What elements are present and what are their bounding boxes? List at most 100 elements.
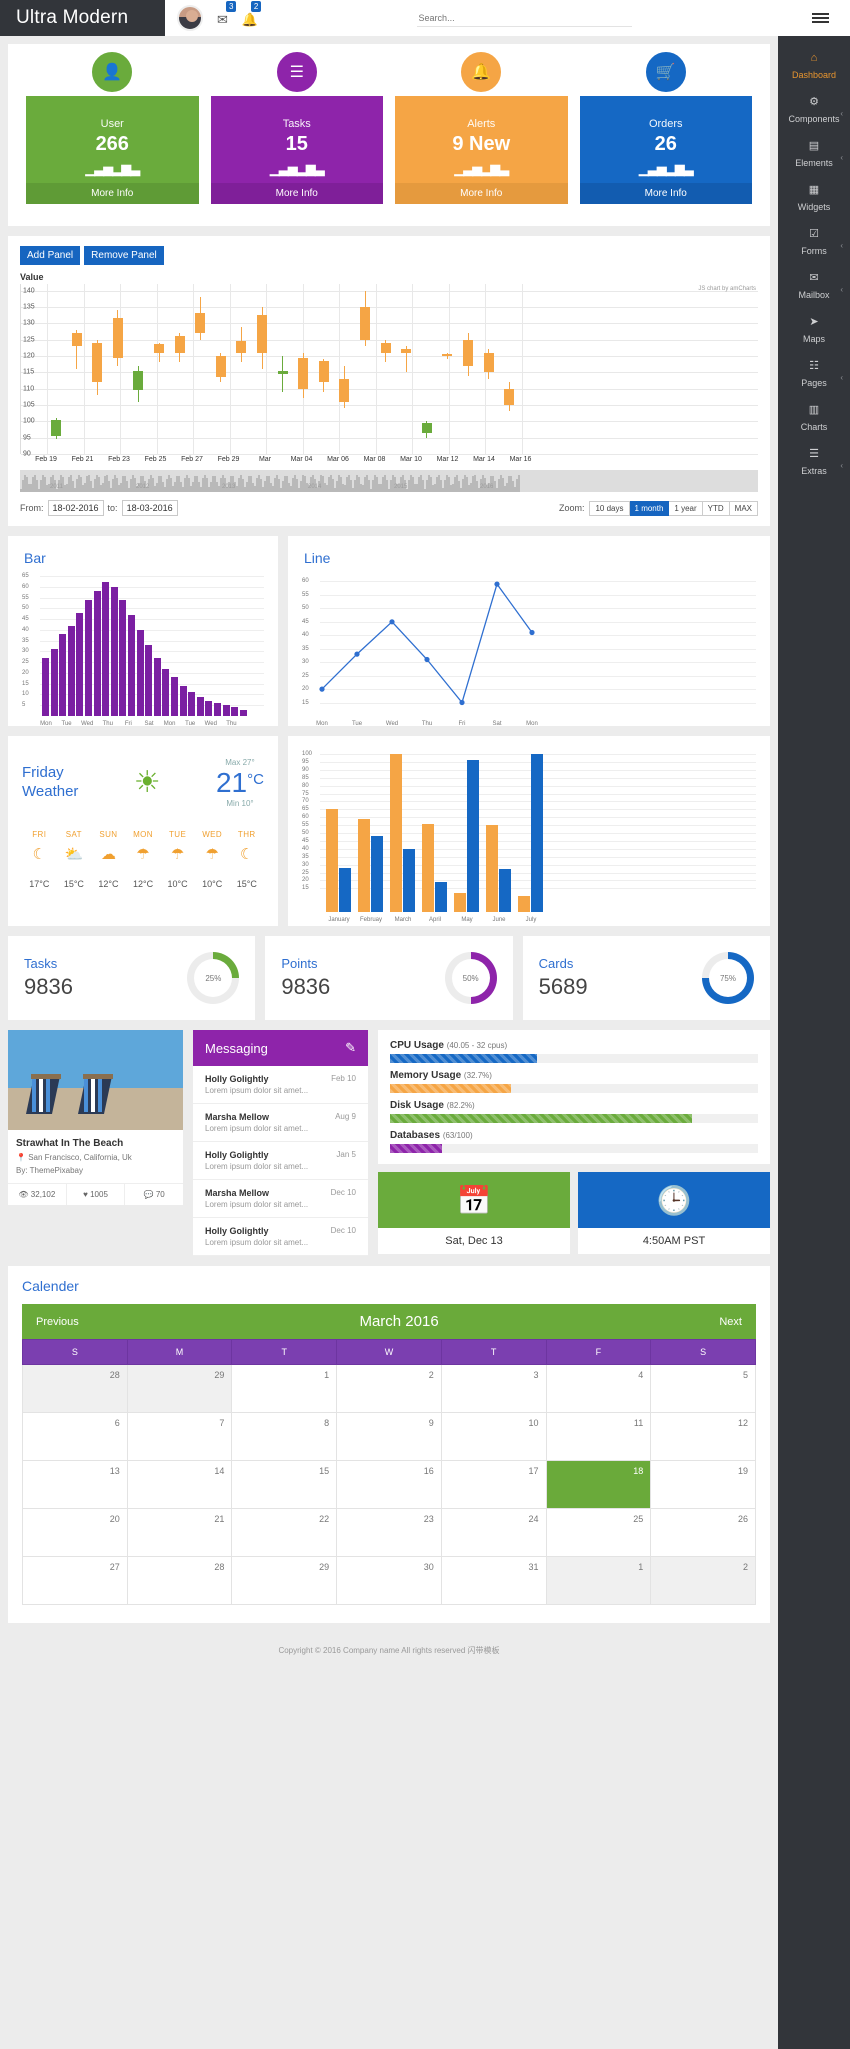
message-item[interactable]: Holly Golightly Lorem ipsum dolor sit ame… xyxy=(193,1218,368,1256)
sidebar-item-label: Dashboard xyxy=(791,70,837,81)
calendar-day-cell[interactable]: 8 xyxy=(231,1412,338,1461)
calendar-prev-button[interactable]: Previous xyxy=(36,1316,79,1328)
calendar-day-cell[interactable]: 27 xyxy=(22,1556,128,1605)
calendar-day-cell[interactable]: 17 xyxy=(440,1460,547,1509)
sidebar-item-components[interactable]: ⚙ Components ‹ xyxy=(778,88,850,132)
candlestick-chart[interactable]: JS chart by amCharts 90 95 100 105 110 115 120… xyxy=(20,284,758,458)
y-axis-tick: 110 xyxy=(23,385,35,393)
calendar-day-cell[interactable]: 2 xyxy=(650,1556,756,1605)
calendar-day-cell[interactable]: 13 xyxy=(22,1460,128,1509)
calendar-day-cell[interactable]: 20 xyxy=(22,1508,128,1557)
chart-scrollbar[interactable]: 2011 2012 2013 2014 2015 2016 xyxy=(20,470,758,492)
calendar-week-row: 27 28 29 30 31 1 2 xyxy=(22,1556,756,1605)
bell-icon[interactable]: 🔔 2 xyxy=(242,0,262,26)
stat-card-user[interactable]: 👤 User 266 ▁▃▅▂▆▃ More Info xyxy=(26,50,199,204)
calendar-day-cell[interactable]: 15 xyxy=(231,1460,338,1509)
x-axis-tick: Sat xyxy=(492,721,502,727)
sidebar-item-mailbox[interactable]: ✉ Mailbox ‹ xyxy=(778,264,850,308)
compose-icon[interactable]: ✎ xyxy=(345,1040,356,1056)
time-box[interactable]: 🕒 4:50AM PST xyxy=(578,1172,770,1254)
calendar-day-cell[interactable]: 30 xyxy=(336,1556,442,1605)
date-box[interactable]: 📅 Sat, Dec 13 xyxy=(378,1172,570,1254)
calendar-day-cell[interactable]: 28 xyxy=(22,1364,128,1413)
zoom-button-ytd[interactable]: YTD xyxy=(702,500,730,516)
calendar-day-cell[interactable]: 1 xyxy=(545,1556,652,1605)
sidebar-item-maps[interactable]: ➤ Maps xyxy=(778,308,850,352)
calendar-day-cell[interactable]: 12 xyxy=(650,1412,756,1461)
sidebar-item-dashboard[interactable]: ⌂ Dashboard xyxy=(778,44,850,88)
calendar-day-cell[interactable]: 5 xyxy=(650,1364,756,1413)
zoom-button-1-year[interactable]: 1 year xyxy=(669,500,703,516)
sidebar-item-elements[interactable]: ▤ Elements ‹ xyxy=(778,132,850,176)
to-date-input[interactable]: 18-03-2016 xyxy=(121,500,178,516)
more-info-button[interactable]: More Info xyxy=(26,183,199,204)
calendar-day-cell[interactable]: 11 xyxy=(545,1412,652,1461)
message-item[interactable]: Marsha Mellow Lorem ipsum dolor sit amet.… xyxy=(193,1104,368,1142)
sidebar-item-forms[interactable]: ☑ Forms ‹ xyxy=(778,220,850,264)
calendar-day-cell[interactable]: 21 xyxy=(126,1508,233,1557)
message-item[interactable]: Marsha Mellow Lorem ipsum dolor sit amet.… xyxy=(193,1180,368,1218)
sidebar-item-extras[interactable]: ☰ Extras ‹ xyxy=(778,440,850,484)
zoom-button-max[interactable]: MAX xyxy=(729,500,758,516)
sidebar-item-widgets[interactable]: ▦ Widgets xyxy=(778,176,850,220)
messaging-card: Messaging ✎ Holly Golightly Lorem ipsum d… xyxy=(193,1030,368,1256)
maps-icon: ➤ xyxy=(809,315,819,328)
calendar-day-cell[interactable]: 3 xyxy=(440,1364,547,1413)
calendar-day-cell[interactable]: 28 xyxy=(126,1556,233,1605)
calendar-day-cell[interactable]: 14 xyxy=(126,1460,233,1509)
calendar-day-cell[interactable]: 31 xyxy=(440,1556,547,1605)
progress-track xyxy=(390,1114,758,1123)
calendar-day-cell[interactable]: 25 xyxy=(545,1508,652,1557)
calendar-day-cell[interactable]: 6 xyxy=(22,1412,128,1461)
zoom-button-1-month[interactable]: 1 month xyxy=(629,500,670,516)
x-axis-tick: April xyxy=(428,917,442,923)
from-date-input[interactable]: 18-02-2016 xyxy=(47,500,104,516)
more-info-button[interactable]: More Info xyxy=(210,183,383,204)
line-chart-plot[interactable]: 15 20 25 30 35 40 45 50 55 60 Mon Tue Wed Thu Fri Sat Mo… xyxy=(302,576,756,727)
y-axis-tick: 100 xyxy=(302,751,313,757)
remove-panel-button[interactable]: Remove Panel xyxy=(84,246,164,265)
calendar-day-cell[interactable]: 23 xyxy=(336,1508,442,1557)
message-item[interactable]: Holly Golightly Lorem ipsum dolor sit ame… xyxy=(193,1066,368,1104)
zoom-button-10-days[interactable]: 10 days xyxy=(589,500,630,516)
calendar-day-cell[interactable]: 1 xyxy=(231,1364,338,1413)
calendar-day-cell[interactable]: 9 xyxy=(336,1412,442,1461)
forecast-day-name: MON xyxy=(133,830,153,839)
brand-logo[interactable]: Ultra Modern xyxy=(0,0,165,36)
calendar-day-cell[interactable]: 29 xyxy=(231,1556,338,1605)
stat-card-orders[interactable]: 🛒 Orders 26 ▁▃▅▂▆▃ More Info xyxy=(579,50,752,204)
search-input[interactable] xyxy=(416,9,632,27)
calendar-day-cell[interactable]: 19 xyxy=(650,1460,756,1509)
add-panel-button[interactable]: Add Panel xyxy=(20,246,81,265)
sidebar-item-charts[interactable]: ▥ Charts xyxy=(778,396,850,440)
calendar-day-cell[interactable]: 24 xyxy=(440,1508,547,1557)
calendar-day-cell[interactable]: 16 xyxy=(336,1460,442,1509)
chevron-left-icon: ‹ xyxy=(840,108,843,118)
x-axis-tick: July xyxy=(525,917,537,923)
gauge-value: 9836 xyxy=(24,974,73,999)
sparkline-icon: ▁▃▅▂▆▃ xyxy=(269,161,325,176)
calendar-day-cell[interactable]: 2 xyxy=(336,1364,442,1413)
grouped-bar-plot[interactable]: 15 20 25 30 35 40 45 50 55 60 65 70 75 80 85 90 95 100 Jan… xyxy=(302,751,756,923)
bar-chart-plot[interactable]: 5 10 15 20 25 30 35 40 45 50 55 60 65 Mon Tue Wed Thu Fri… xyxy=(22,573,264,727)
message-item[interactable]: Holly Golightly Lorem ipsum dolor sit ame… xyxy=(193,1142,368,1180)
avatar[interactable] xyxy=(177,5,203,31)
calendar-day-cell[interactable]: 7 xyxy=(126,1412,233,1461)
menu-toggle-icon[interactable] xyxy=(790,0,850,36)
calendar-day-cell[interactable]: 10 xyxy=(440,1412,547,1461)
calendar-day-cell[interactable]: 18 xyxy=(545,1460,652,1509)
calendar-day-cell[interactable]: 4 xyxy=(545,1364,652,1413)
y-axis-tick: 60 xyxy=(22,583,29,590)
calendar-day-cell[interactable]: 26 xyxy=(650,1508,756,1557)
more-info-button[interactable]: More Info xyxy=(395,183,568,204)
stat-card-tasks[interactable]: ☰ Tasks 15 ▁▃▅▂▆▃ More Info xyxy=(210,50,383,204)
stat-card-alerts[interactable]: 🔔 Alerts 9 New ▁▃▅▂▆▃ More Info xyxy=(395,50,568,204)
more-info-button[interactable]: More Info xyxy=(579,183,752,204)
sidebar-item-pages[interactable]: ☷ Pages ‹ xyxy=(778,352,850,396)
mail-icon[interactable]: ✉ 3 xyxy=(217,0,237,26)
calendar-day-cell[interactable]: 29 xyxy=(126,1364,233,1413)
stock-chart-panel: Add Panel Remove Panel Value JS chart by… xyxy=(8,236,770,526)
beach-photo[interactable] xyxy=(8,1030,183,1130)
calendar-day-cell[interactable]: 22 xyxy=(231,1508,338,1557)
calendar-next-button[interactable]: Next xyxy=(719,1316,742,1328)
